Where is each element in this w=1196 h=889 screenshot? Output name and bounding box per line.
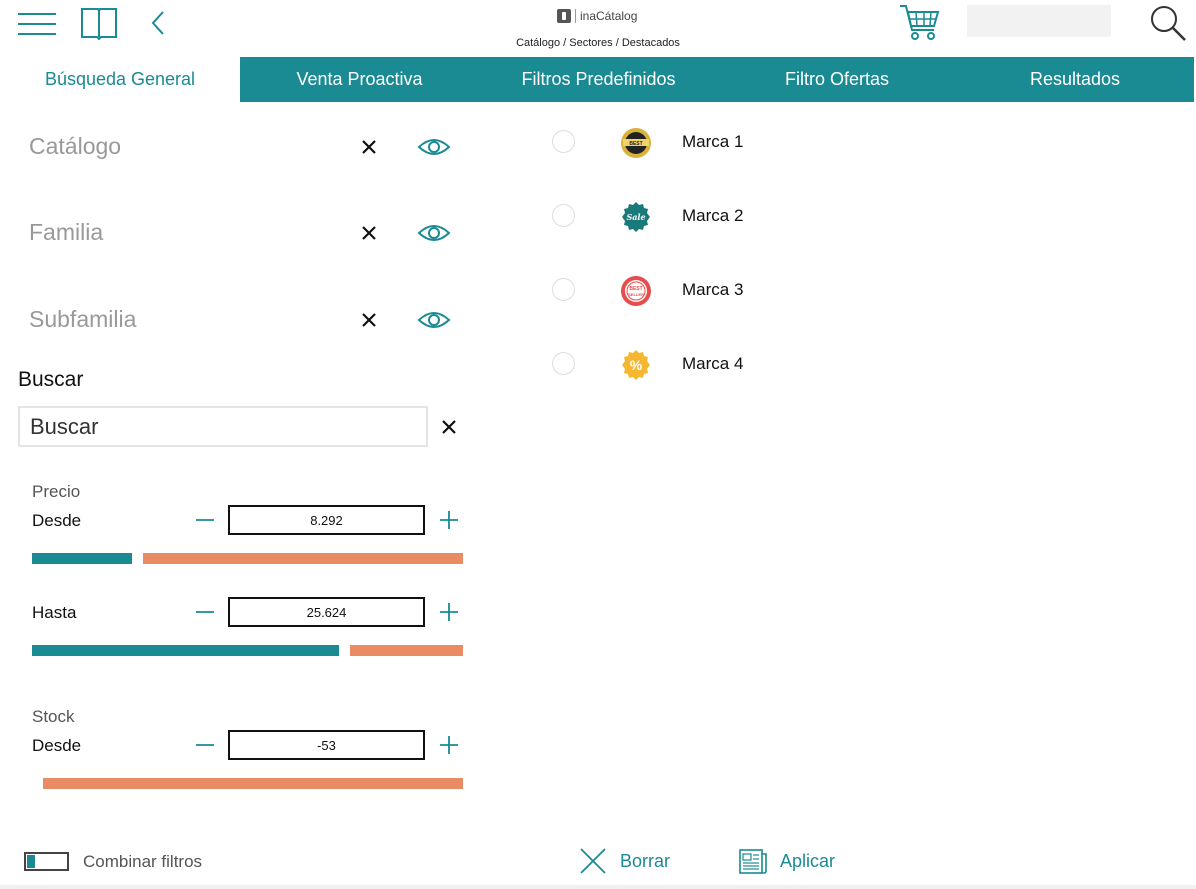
eye-icon[interactable] <box>417 221 451 245</box>
borrar-label: Borrar <box>620 850 671 871</box>
book-icon[interactable] <box>80 6 118 40</box>
stock-desde-slider[interactable] <box>32 778 463 789</box>
buscar-input[interactable] <box>18 406 428 447</box>
best-seller-badge-icon: BEST SELLER <box>621 276 651 306</box>
brand-name: Marca 4 <box>682 354 744 373</box>
brand-radio[interactable] <box>552 130 575 153</box>
tab-filtro-ofertas[interactable]: Filtro Ofertas <box>718 57 956 102</box>
filter-label: Catálogo <box>29 133 122 159</box>
search-icon[interactable] <box>1148 4 1188 42</box>
precio-desde-field[interactable] <box>228 505 425 535</box>
newspaper-icon <box>739 849 767 874</box>
svg-text:SELLER: SELLER <box>628 292 644 297</box>
tab-filtros-predefinidos[interactable]: Filtros Predefinidos <box>479 57 718 102</box>
filter-label: Subfamilia <box>29 306 137 332</box>
combine-filters-label: Combinar filtros <box>83 852 203 871</box>
bottom-divider <box>0 885 1196 889</box>
brand-name: Marca 2 <box>682 206 744 225</box>
clear-icon[interactable] <box>359 137 379 157</box>
clear-icon[interactable] <box>359 310 379 330</box>
tab-busqueda-general[interactable]: Búsqueda General <box>0 57 240 102</box>
minus-icon[interactable] <box>194 601 216 623</box>
eye-icon[interactable] <box>417 135 451 159</box>
brand-name: Marca 1 <box>682 132 744 151</box>
svg-text:%: % <box>630 357 643 373</box>
plus-icon[interactable] <box>438 509 460 531</box>
best-choice-badge-icon: BEST <box>621 128 651 158</box>
app-logo: inaCátalog <box>557 7 637 25</box>
aplicar-label: Aplicar <box>780 850 836 871</box>
minus-icon[interactable] <box>194 509 216 531</box>
percent-badge-icon: % <box>622 350 650 380</box>
brand-item[interactable]: Sale Marca 2 <box>552 201 852 232</box>
slider-rest <box>143 553 463 564</box>
svg-text:Sale: Sale <box>626 212 645 222</box>
tab-bar: Búsqueda General Venta Proactiva Filtros… <box>0 57 1194 102</box>
menu-icon[interactable] <box>18 10 58 38</box>
brand-item[interactable]: BEST Marca 1 <box>552 127 852 158</box>
slider-rest <box>350 645 463 656</box>
buscar-title: Buscar <box>18 368 84 391</box>
brand-radio[interactable] <box>552 352 575 375</box>
logo-separator <box>575 9 576 23</box>
tab-venta-proactiva[interactable]: Venta Proactiva <box>240 57 479 102</box>
stock-desde-label: Desde <box>32 736 82 755</box>
aplicar-button[interactable]: Aplicar <box>738 844 835 878</box>
slider-fill <box>32 553 132 564</box>
brand-item[interactable]: BEST SELLER Marca 3 <box>552 275 852 306</box>
borrar-button[interactable]: Borrar <box>578 844 670 878</box>
minus-icon[interactable] <box>194 734 216 756</box>
header-search-input[interactable] <box>967 5 1111 37</box>
brand-name: Marca 3 <box>682 280 744 299</box>
precio-label: Precio <box>32 482 81 501</box>
stock-label: Stock <box>32 707 75 726</box>
logo-badge-icon <box>557 9 571 23</box>
cart-icon[interactable] <box>898 2 942 42</box>
breadcrumb: Catálogo / Sectores / Destacados <box>516 37 680 49</box>
precio-hasta-field[interactable] <box>228 597 425 627</box>
precio-hasta-label: Hasta <box>32 603 77 622</box>
stock-desde-field[interactable] <box>228 730 425 760</box>
plus-icon[interactable] <box>438 601 460 623</box>
precio-hasta-slider[interactable] <box>32 645 463 656</box>
brand-radio[interactable] <box>552 278 575 301</box>
clear-icon[interactable] <box>359 223 379 243</box>
svg-text:BEST: BEST <box>629 141 642 147</box>
close-icon <box>580 848 606 874</box>
clear-search-icon[interactable] <box>440 418 458 436</box>
filter-label: Familia <box>29 219 104 245</box>
filter-catalogo[interactable]: Catálogo <box>29 127 469 167</box>
logo-text: inaCátalog <box>580 9 638 23</box>
combine-filters-toggle[interactable] <box>24 852 69 871</box>
slider-fill <box>32 645 339 656</box>
filter-familia[interactable]: Familia <box>29 213 469 253</box>
plus-icon[interactable] <box>438 734 460 756</box>
back-arrow-icon[interactable] <box>148 10 168 36</box>
slider-rest <box>43 778 463 789</box>
toggle-knob <box>27 855 35 868</box>
app-header: inaCátalog Catálogo / Sectores / Destaca… <box>0 0 1196 57</box>
precio-desde-slider[interactable] <box>32 553 463 564</box>
brand-item[interactable]: % Marca 4 <box>552 349 852 380</box>
eye-icon[interactable] <box>417 308 451 332</box>
tab-resultados[interactable]: Resultados <box>956 57 1194 102</box>
sale-badge-icon: Sale <box>622 202 650 232</box>
filter-subfamilia[interactable]: Subfamilia <box>29 300 469 340</box>
brand-radio[interactable] <box>552 204 575 227</box>
precio-desde-label: Desde <box>32 511 82 530</box>
